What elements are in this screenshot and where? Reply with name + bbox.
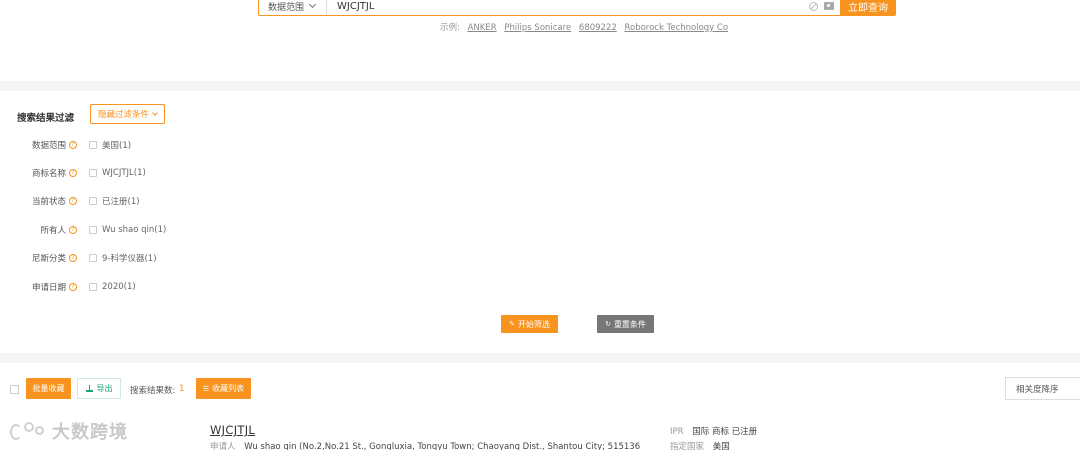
help-icon[interactable]: ? [69, 197, 77, 205]
start-filter-button[interactable]: ✎ 开始筛选 [501, 315, 558, 333]
filter-label: 所有人 [40, 226, 66, 236]
trademark-name-link[interactable]: WJCJTJL [210, 423, 255, 437]
filter-row-trademark-name: 商标名称 ? WJCJTJL(1) [0, 165, 146, 181]
filter-label: 尼斯分类 [31, 254, 66, 264]
reset-button[interactable]: ↻ 重置条件 [597, 315, 654, 333]
example-link-roborock[interactable]: Roborock Technology Co [624, 23, 728, 33]
filter-checkbox[interactable] [89, 169, 97, 177]
filter-checkbox[interactable] [89, 197, 97, 205]
examples-line: 示例: ANKER Philips Sonicare 6809222 Robor… [440, 21, 728, 33]
export-label: 导出 [96, 384, 113, 393]
filter-checkbox[interactable] [89, 226, 97, 234]
filter-option-label[interactable]: Wu shao qin(1) [102, 225, 166, 235]
watermark-text: 大数跨境 [52, 422, 128, 443]
filter-label: 当前状态 [31, 197, 66, 207]
ipr-row: IPR 国际 商标 已注册 [670, 425, 757, 437]
section-divider [0, 353, 1080, 363]
filter-label: 数据范围 [31, 141, 66, 151]
example-link-anker[interactable]: ANKER [468, 23, 497, 33]
result-count-label: 搜索结果数: [130, 386, 176, 396]
chevron-down-icon [308, 0, 317, 9]
refresh-icon: ↻ [605, 320, 611, 328]
applicant-row: 申请人 Wu shao qin (No.2,No.21 St., Gonglux… [210, 440, 640, 450]
filter-checkbox[interactable] [89, 283, 97, 291]
filter-row-nice-class: 尼斯分类 ? 9-科学仪器(1) [0, 250, 157, 266]
clear-icon[interactable] [809, 1, 818, 11]
watermark-logo-icon [10, 420, 48, 442]
result-count: 1 [179, 384, 185, 394]
filter-row-owner: 所有人 ? Wu shao qin(1) [0, 222, 166, 238]
help-icon[interactable]: ? [69, 226, 77, 234]
help-icon[interactable]: ? [69, 169, 77, 177]
filter-checkbox[interactable] [89, 254, 97, 262]
chevron-down-icon [152, 110, 158, 116]
country-row: 指定国家 美国 [670, 440, 730, 450]
start-filter-label: 开始筛选 [517, 319, 550, 329]
bulk-favorite-button[interactable]: 批量收藏 [26, 378, 71, 399]
ipr-value: 国际 商标 已注册 [692, 427, 758, 437]
download-icon [85, 385, 93, 392]
export-button[interactable]: 导出 [77, 378, 121, 399]
search-input[interactable] [327, 0, 809, 15]
filter-label: 商标名称 [31, 169, 66, 179]
filter-row-data-scope: 数据范围 ? 美国(1) [0, 137, 131, 153]
example-link-number[interactable]: 6809222 [579, 23, 617, 33]
sort-select[interactable]: 相关度降序 [1005, 377, 1080, 400]
help-icon[interactable]: ? [69, 283, 77, 291]
ipr-label: IPR [670, 427, 684, 437]
filter-label: 申请日期 [31, 283, 66, 293]
country-value: 美国 [712, 442, 730, 450]
country-label: 指定国家 [670, 442, 705, 450]
filter-option-label[interactable]: 美国(1) [102, 139, 131, 151]
examples-prefix: 示例: [440, 23, 460, 33]
hide-filters-button[interactable]: 隐藏过滤条件 [90, 104, 165, 124]
search-bar: 数据范围 立即查询 [258, 0, 896, 16]
camera-icon[interactable] [824, 2, 834, 10]
search-button[interactable]: 立即查询 [840, 0, 896, 16]
filter-section-title: 搜索结果过滤 [17, 113, 75, 124]
filter-icon: ✎ [509, 320, 515, 328]
filter-option-label[interactable]: 已注册(1) [102, 195, 140, 207]
applicant-value: Wu shao qin (No.2,No.21 St., Gongluxia, … [244, 442, 641, 450]
list-icon: ☰ [202, 384, 210, 393]
select-all-checkbox[interactable] [10, 385, 19, 394]
filter-checkbox[interactable] [89, 141, 97, 149]
help-icon[interactable]: ? [69, 141, 77, 149]
scope-select[interactable]: 数据范围 [259, 0, 327, 15]
applicant-label: 申请人 [210, 442, 236, 450]
example-link-philips[interactable]: Philips Sonicare [504, 23, 571, 33]
favorites-list-label: 收藏列表 [212, 384, 245, 393]
filter-row-filing-date: 申请日期 ? 2020(1) [0, 279, 136, 295]
favorites-list-button[interactable]: ☰ 收藏列表 [196, 378, 251, 399]
help-icon[interactable]: ? [69, 254, 77, 262]
filter-option-label[interactable]: 2020(1) [102, 282, 136, 292]
watermark: 大数跨境 [10, 418, 128, 444]
scope-select-label: 数据范围 [268, 2, 305, 13]
hide-filters-label: 隐藏过滤条件 [97, 110, 149, 120]
reset-label: 重置条件 [613, 319, 646, 329]
filter-row-status: 当前状态 ? 已注册(1) [0, 193, 140, 209]
filter-option-label[interactable]: 9-科学仪器(1) [102, 252, 157, 264]
filter-option-label[interactable]: WJCJTJL(1) [102, 168, 146, 178]
section-divider [0, 81, 1080, 91]
